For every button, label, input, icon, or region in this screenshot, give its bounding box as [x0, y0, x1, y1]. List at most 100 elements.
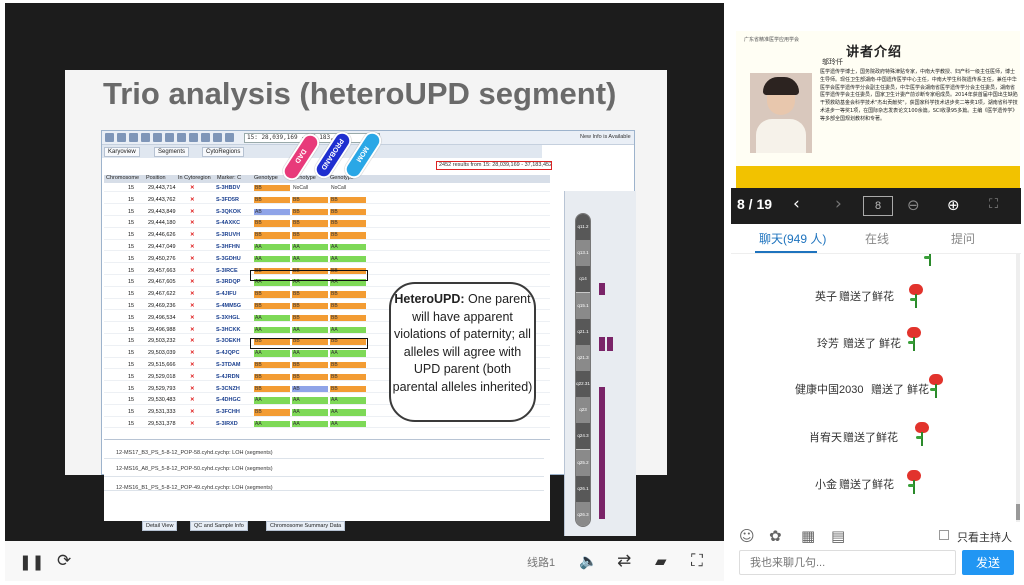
message-text: 赠送了 鲜花	[843, 338, 902, 350]
cell-genotype-dad: BB	[254, 185, 290, 192]
chat-scrollbar[interactable]	[1016, 254, 1020, 522]
cell-marker: S-3GDHU	[216, 255, 241, 262]
not-in-cytoregion-icon: ✕	[190, 279, 195, 286]
chromosome-band: q21.1	[576, 318, 590, 345]
callout-text: One parent will have apparent violations…	[392, 292, 533, 394]
cell-genotype-proband: BB	[292, 291, 328, 298]
cell-marker: S-4MM5G	[216, 303, 242, 309]
cell-genotype-proband: AA	[292, 421, 328, 428]
tab-chromosome-summary: Chromosome Summary Data	[266, 521, 346, 531]
cell-genotype-mom: AA	[330, 326, 366, 333]
cell-genotype-dad: BB	[254, 303, 290, 310]
cell-marker: S-4JQPC	[216, 350, 240, 357]
next-page-icon[interactable]: ›	[835, 194, 842, 214]
gift-icon[interactable]: ✿	[769, 527, 782, 545]
table-row: 15 29,450,276 ✕ S-3GDHU AA AA AA	[104, 255, 550, 264]
not-in-cytoregion-icon: ✕	[190, 220, 195, 227]
fullscreen-icon[interactable]: ⛶	[691, 551, 703, 571]
switch-icon[interactable]: ⇄	[617, 551, 631, 571]
loh-segment	[599, 337, 605, 351]
chat-input[interactable]	[739, 550, 956, 575]
cell-chromosome: 15	[128, 291, 135, 298]
cell-genotype-dad: BB	[254, 373, 290, 381]
speaker-document: 广东省精准医学应用学会 讲者介绍 邬玲仟 医学遗传学博士，国务院政府特殊津贴专家…	[736, 31, 1020, 191]
zoom-out-icon[interactable]: ⊖	[907, 196, 920, 214]
active-tab-indicator	[755, 251, 817, 253]
cell-marker: S-4DHGC	[216, 397, 241, 404]
cell-genotype-mom: BB	[330, 303, 366, 310]
cell-marker: S-3OEKH	[216, 338, 241, 345]
cell-genotype-mom: AA	[330, 350, 366, 357]
toolbar-icon	[165, 133, 174, 142]
emoji-icon[interactable]: ☺	[739, 527, 755, 545]
scrollbar-thumb[interactable]	[1016, 504, 1020, 520]
host-only-label: 只看主持人	[957, 532, 1012, 544]
cell-marker: S-3IRCE	[216, 267, 238, 274]
cell-genotype-mom: BB	[330, 373, 366, 381]
cell-position: 29,467,622	[148, 291, 176, 298]
cell-chromosome: 15	[128, 279, 135, 286]
cell-genotype-dad: BB	[254, 196, 290, 204]
prev-page-icon[interactable]: ‹	[793, 194, 800, 214]
cell-genotype-proband: BB	[292, 220, 328, 227]
cell-position: 29,443,714	[148, 185, 176, 191]
cell-marker: S-3XHGL	[216, 314, 240, 321]
tab-online[interactable]: 在线	[865, 230, 889, 247]
col-cytoregion: In Cytoregion	[178, 175, 211, 181]
cell-position: 29,443,762	[148, 196, 176, 203]
calendar-icon[interactable]: ▦	[801, 527, 815, 545]
violation-highlight	[250, 270, 368, 281]
camera-icon[interactable]: ▰	[655, 552, 667, 570]
cell-genotype-dad: BB	[254, 362, 290, 369]
fit-page-icon[interactable]: ⛶	[989, 197, 998, 212]
not-in-cytoregion-icon: ✕	[190, 326, 195, 333]
not-in-cytoregion-icon: ✕	[190, 409, 195, 416]
route-selector[interactable]: 线路1	[527, 554, 555, 570]
tab-detail-view: Detail View	[142, 521, 178, 531]
volume-icon[interactable]: 🔈	[579, 552, 598, 570]
cell-position: 29,503,039	[148, 350, 176, 357]
notes-icon[interactable]: ▤	[831, 527, 845, 545]
cell-genotype-dad: AB	[254, 208, 290, 215]
loh-tracks-pane: 12-MS17_B3_PS_5-8-12_POP-58.cyhd.cychp: …	[104, 439, 550, 521]
host-only-checkbox[interactable]	[939, 530, 949, 540]
chromosome-band: q22.31	[576, 371, 590, 398]
cell-marker: S-3FCHH	[216, 409, 240, 416]
col-chromosome: Chromosome	[106, 175, 140, 181]
page-input[interactable]: 8	[863, 196, 893, 216]
cell-marker: S-4JRDN	[216, 373, 240, 380]
cell-position: 29,515,666	[148, 362, 176, 368]
cell-chromosome: 15	[128, 350, 135, 357]
not-in-cytoregion-icon: ✕	[190, 255, 195, 262]
zoom-in-icon[interactable]: ⊕	[947, 196, 960, 214]
not-in-cytoregion-icon: ✕	[190, 185, 195, 191]
cell-genotype-proband: AA	[292, 350, 328, 357]
cell-marker: S-3HCKK	[216, 326, 241, 333]
video-player[interactable]: Trio analysis (heteroUPD segment) 15: 28…	[5, 3, 724, 541]
loh-segment	[599, 283, 605, 295]
send-button[interactable]: 发送	[962, 550, 1014, 575]
slide-title: Trio analysis (heteroUPD segment)	[103, 76, 617, 111]
not-in-cytoregion-icon: ✕	[190, 338, 195, 345]
speaker-bio: 医学遗传学博士，国务院政府特殊津贴专家，中南大学教授、妇产科一级主任医师，博士生…	[820, 69, 1018, 122]
cell-chromosome: 15	[128, 267, 135, 274]
pause-icon[interactable]: ❚❚	[19, 553, 44, 571]
cell-genotype-proband: BB	[292, 196, 328, 204]
tab-question[interactable]: 提问	[951, 230, 975, 247]
not-in-cytoregion-icon: ✕	[190, 350, 195, 357]
chromosome-band: q26.3	[576, 501, 590, 526]
toolbar-icon	[177, 133, 186, 142]
chromosome-band: q15.1	[576, 292, 590, 319]
toolbar-icon	[105, 133, 114, 142]
cell-genotype-proband: BB	[292, 208, 328, 215]
cell-genotype-dad: AA	[254, 314, 290, 322]
cell-genotype-dad: BB	[254, 232, 290, 239]
cell-marker: S-3FD5R	[216, 196, 239, 203]
chromosome-band: q21.3	[576, 344, 590, 371]
refresh-icon[interactable]: ⟳	[57, 551, 71, 571]
chat-tabs: 聊天(949 人) 在线 提问	[731, 224, 1021, 254]
cell-genotype-dad: AA	[254, 326, 290, 333]
col-position: Position	[146, 175, 166, 181]
player-controls: ❚❚ ⟳ 线路1 🔈 ⇄ ▰ ⛶	[5, 541, 724, 581]
tab-chat[interactable]: 聊天(949 人)	[759, 230, 826, 247]
